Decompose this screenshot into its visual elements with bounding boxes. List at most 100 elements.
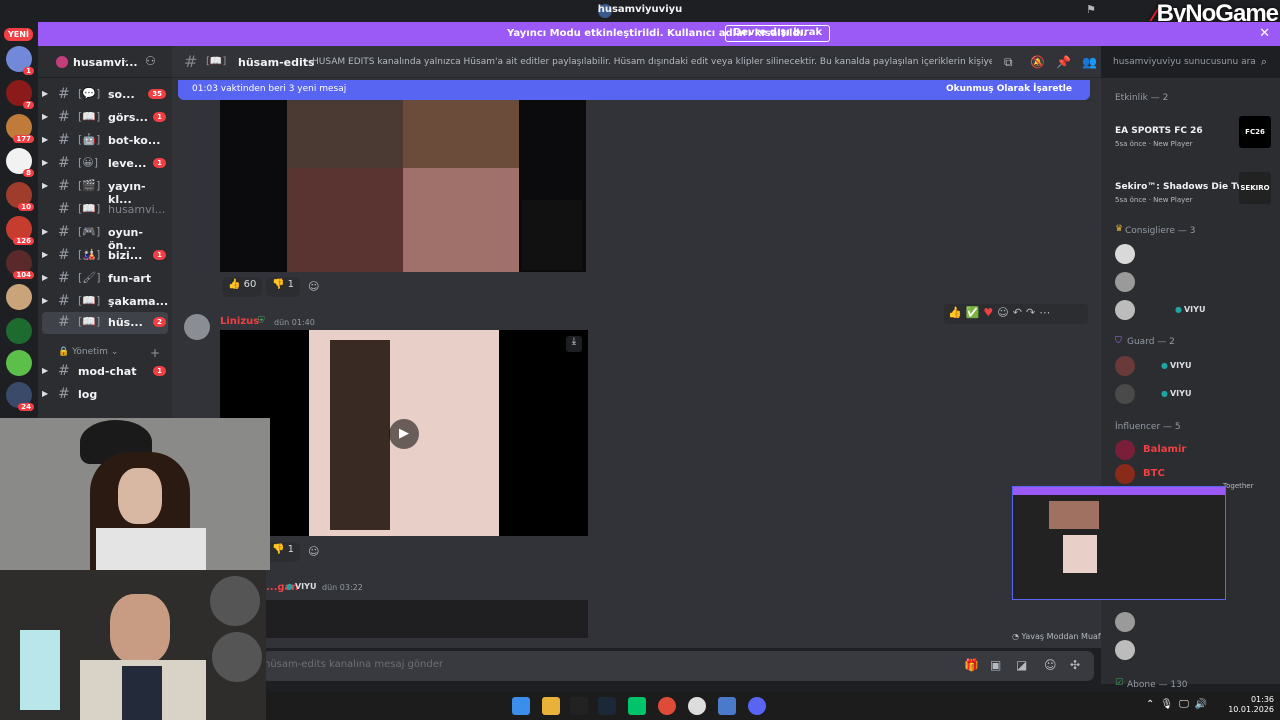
lock-icon: 🔒 <box>58 347 70 357</box>
channel-item[interactable]: ▶ # [😀] leve... 1 <box>42 153 168 175</box>
slowmode-indicator: ◔ Yavaş Moddan Muaf <box>1012 632 1101 641</box>
close-icon[interactable]: ✕ <box>1259 26 1270 41</box>
reaction-thumbs-down[interactable]: 👎 1 <box>266 277 301 297</box>
sticker-icon[interactable]: ◪ <box>1016 658 1027 672</box>
reaction-thumbs-up[interactable]: 👍 60 <box>222 277 263 297</box>
download-icon[interactable]: ⤓ <box>566 336 582 352</box>
video-attachment[interactable] <box>266 600 588 638</box>
add-reaction-icon[interactable]: ☺ <box>308 545 319 558</box>
hash-icon: # <box>58 132 70 148</box>
reply-icon[interactable]: ↶ <box>1013 306 1026 319</box>
inbox-icon[interactable]: ⚑ <box>1086 3 1096 16</box>
activity-card[interactable]: EA SPORTS FC 26 5sa önce · New Player FC… <box>1107 116 1275 164</box>
gif-icon[interactable]: ▣ <box>990 658 1001 672</box>
activity-card[interactable]: Sekiro™: Shadows Die Twice 5sa önce · Ne… <box>1107 172 1275 220</box>
stream-preview[interactable] <box>1012 486 1226 600</box>
heart-icon[interactable]: ♥ <box>983 306 997 319</box>
bullet-icon: ▶ <box>42 158 49 167</box>
channel-item[interactable]: ▶ # [🖌] fun-art <box>42 268 168 290</box>
bullet-icon: ▶ <box>42 181 49 190</box>
video-attachment[interactable] <box>220 100 586 272</box>
channel-item[interactable]: ▶ # [💬] so... 35 <box>42 84 168 106</box>
server-icon[interactable] <box>6 318 32 344</box>
reaction-thumbs-down[interactable]: 👎 1 <box>266 542 301 562</box>
play-icon[interactable]: ▶ <box>389 419 419 449</box>
server-icon[interactable]: 10 <box>6 182 34 211</box>
channel-item[interactable]: # [📖] husamvi... <box>42 199 168 221</box>
channel-topic[interactable]: HÜSAM EDİTS kanalında yalnızca Hüsam'a a… <box>312 57 992 67</box>
terminal-icon[interactable] <box>570 697 588 715</box>
add-friend-icon[interactable]: ⚇ <box>145 54 156 68</box>
channel-item[interactable]: ▶ # [🎎] bizi... 1 <box>42 245 168 267</box>
emoji-icon[interactable]: ☺ <box>1044 658 1057 672</box>
guild-icon <box>56 56 68 68</box>
mark-as-read-button[interactable]: Okunmuş Olarak İşaretle <box>946 84 1072 94</box>
message-input[interactable]: hüsam-edits kanalına mesaj gönder 🎁 ▣ ◪ … <box>262 651 1094 681</box>
server-icon[interactable]: 126 <box>6 216 34 245</box>
hash-icon: # <box>58 224 70 240</box>
hash-icon: # <box>58 178 70 194</box>
role-header: İnfluencer — 5 <box>1115 422 1181 432</box>
app-icon[interactable] <box>628 697 646 715</box>
check-icon[interactable]: ✅ <box>966 306 984 319</box>
channel-item[interactable]: ▶ # [🎮] oyun-ön... <box>42 222 168 252</box>
avatar[interactable] <box>184 314 210 340</box>
message-actions-toolbar[interactable]: 👍✅♥☺↶↷⋯ <box>944 304 1088 324</box>
more-icon[interactable]: ⋯ <box>1039 306 1054 319</box>
category-yonetim[interactable]: 🔒 Yönetim ⌄ + <box>58 346 160 360</box>
server-icon[interactable] <box>6 350 32 376</box>
add-reaction-icon[interactable]: ☺ <box>997 306 1012 319</box>
chrome-icon[interactable] <box>658 697 676 715</box>
server-icon[interactable] <box>6 284 32 310</box>
file-explorer-icon[interactable] <box>542 697 560 715</box>
new-badge: YENİ <box>4 28 33 41</box>
steam-icon[interactable] <box>598 697 616 715</box>
hash-icon: # <box>58 270 70 286</box>
disable-streamer-mode-button[interactable]: Devre dışı bırak <box>725 25 831 42</box>
role-header: Guard — 2 <box>1127 337 1175 347</box>
gift-icon[interactable]: 🎁 <box>964 658 979 672</box>
forward-icon[interactable]: ↷ <box>1026 306 1039 319</box>
hash-icon: # <box>58 155 70 171</box>
video-attachment[interactable]: ▶ ⤓ <box>220 330 588 536</box>
server-icon[interactable]: 1 <box>6 46 34 75</box>
members-icon[interactable]: 👥 <box>1082 55 1097 69</box>
chat-overlay <box>522 200 582 270</box>
server-icon[interactable]: 104 <box>6 250 34 279</box>
guild-header[interactable]: husamvi... ⌄ ⚇ <box>38 46 172 78</box>
server-icon[interactable]: 24 <box>6 382 34 411</box>
server-icon[interactable]: 177 <box>6 114 34 143</box>
windows-taskbar: ⌃🎙🖵🔊 01:36 10.01.2026 <box>266 692 1280 720</box>
app-icon[interactable] <box>718 697 736 715</box>
channel-item[interactable]: ▶ # log <box>42 384 168 406</box>
server-icon[interactable]: 7 <box>6 80 34 109</box>
channel-item[interactable]: ▶ # [🎬] yayın-kl... <box>42 176 168 206</box>
start-icon[interactable] <box>512 697 530 715</box>
add-reaction-icon[interactable]: ☺ <box>308 280 319 293</box>
message-author[interactable]: Linizus <box>220 316 259 327</box>
clock[interactable]: 01:36 10.01.2026 <box>1228 695 1274 715</box>
threads-icon[interactable]: ⧉ <box>1004 55 1013 70</box>
thumbs-up-icon[interactable]: 👍 <box>948 306 966 319</box>
bullet-icon: ▶ <box>42 273 49 282</box>
channel-item[interactable]: ▶ # [📖] şakama... <box>42 291 168 313</box>
add-channel-icon[interactable]: + <box>150 346 160 360</box>
search-icon: ⌕ <box>1260 55 1267 68</box>
mute-icon[interactable]: 🔕 <box>1030 55 1045 69</box>
server-icon[interactable]: 8 <box>6 148 34 177</box>
tray-icons[interactable]: ⌃🎙🖵🔊 <box>1146 699 1213 710</box>
hash-icon: # <box>58 86 70 102</box>
settings-icon[interactable] <box>688 697 706 715</box>
game-cover: FC26 <box>1239 116 1271 148</box>
channel-item[interactable]: ▶ # [🤖] bot-ko... <box>42 130 168 152</box>
pin-icon[interactable]: 📌 <box>1056 55 1071 69</box>
discord-icon[interactable] <box>748 697 766 715</box>
channel-item[interactable]: ▶ # [📖] görs... 1 <box>42 107 168 129</box>
search-input[interactable]: husamviyuviyu sunucusunu ara ⌕ <box>1107 52 1273 74</box>
new-messages-bar[interactable]: 01:03 vaktinden beri 3 yeni mesaj Okunmu… <box>178 80 1090 100</box>
channel-item-selected[interactable]: # [📖] hüs... 2 <box>42 312 168 334</box>
apps-icon[interactable]: ✣ <box>1070 658 1080 672</box>
check-icon: ☑ <box>1115 678 1124 688</box>
channel-item[interactable]: ▶ # mod-chat 1 <box>42 361 168 383</box>
hash-icon: # <box>58 293 70 309</box>
